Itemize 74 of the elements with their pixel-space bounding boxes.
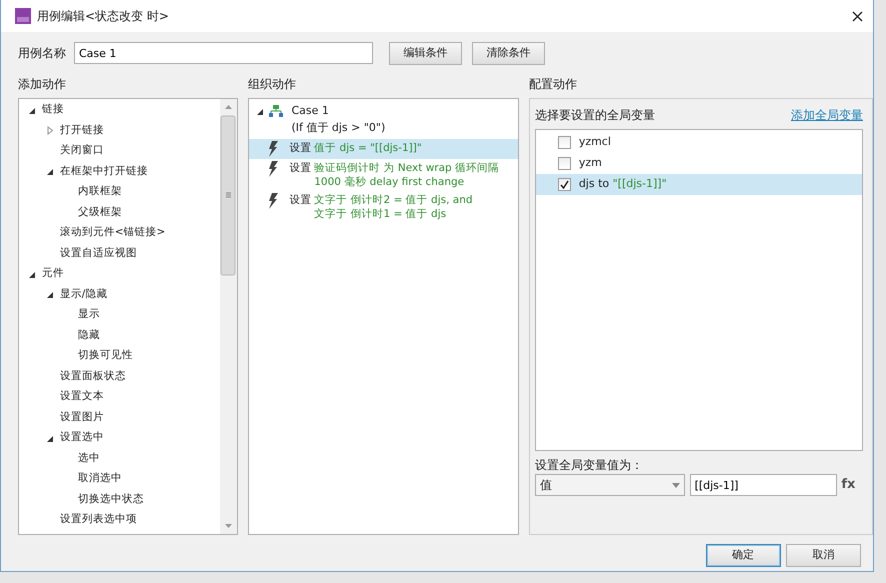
expand-icon[interactable] xyxy=(28,106,36,115)
case-condition: (If 值于 djs > "0") xyxy=(291,120,386,136)
prompt-label: 选择要设置的全局变量 xyxy=(534,107,655,124)
checkbox[interactable] xyxy=(558,178,571,191)
variable-value: "[[djs-1]]" xyxy=(612,177,667,190)
tree-item[interactable]: 内联框架 xyxy=(78,184,122,200)
action-row[interactable]: 设置 验证码倒计时 为 Next wrap 循环间隔 1000 毫秒 delay first change xyxy=(249,158,518,191)
checkbox[interactable] xyxy=(558,157,571,170)
action-detail: 值于 djs = "[[djs-1]]" xyxy=(314,140,422,155)
action-detail: 文字于 倒计时1 = 值于 djs xyxy=(314,206,446,221)
variable-row[interactable]: yzmcl xyxy=(536,132,862,153)
action-verb: 设置 xyxy=(289,160,312,176)
action-verb: 设置 xyxy=(289,140,312,156)
value-field[interactable]: [[djs-1]] xyxy=(690,474,837,496)
tree-item[interactable]: 元件 xyxy=(42,266,64,282)
expand-icon[interactable] xyxy=(46,290,54,300)
window-title: 用例编辑<状态改变 时> xyxy=(37,8,169,25)
value-type-dropdown[interactable]: 值 xyxy=(534,474,685,496)
ok-button[interactable]: 确定 xyxy=(706,544,780,567)
tree-item[interactable]: 设置自适应视图 xyxy=(60,246,137,262)
close-icon[interactable] xyxy=(852,10,863,22)
tree-item[interactable]: 打开链接 xyxy=(60,122,104,139)
variable-label: yzm xyxy=(578,156,602,170)
edit-condition-button[interactable]: 编辑条件 xyxy=(389,42,462,64)
tree-item[interactable]: 设置列表选中项 xyxy=(60,512,137,528)
tree-item[interactable]: 隐藏 xyxy=(78,328,100,344)
expand-icon[interactable] xyxy=(46,167,54,176)
clear-condition-button[interactable]: 清除条件 xyxy=(472,42,545,64)
section-heading: 配置动作 xyxy=(529,76,577,93)
tree-item[interactable]: 在框架中打开链接 xyxy=(60,164,148,180)
tree-item[interactable]: 设置面板状态 xyxy=(60,368,126,385)
tree-item[interactable]: 设置文本 xyxy=(60,389,104,406)
lightning-icon xyxy=(267,140,280,157)
action-detail: 1000 毫秒 delay first change xyxy=(314,174,464,189)
expand-icon[interactable] xyxy=(28,270,36,279)
tree-item[interactable]: 设置图片 xyxy=(60,410,104,426)
tree-item[interactable]: 设置选中 xyxy=(60,430,104,446)
action-detail: 验证码倒计时 为 Next wrap 循环间隔 xyxy=(314,160,500,175)
case-title[interactable]: Case 1 xyxy=(291,103,386,120)
tree-item[interactable]: 父级框架 xyxy=(78,204,122,221)
lightning-icon xyxy=(267,192,280,209)
variable-label: yzmcl xyxy=(578,135,611,148)
tree-item[interactable]: 取消选中 xyxy=(78,471,122,488)
section-heading: 添加动作 xyxy=(18,76,66,93)
action-detail: 文字于 倒计时2 = 值于 djs, and xyxy=(314,192,473,207)
checkbox[interactable] xyxy=(558,136,571,149)
tree-item[interactable]: 显示 xyxy=(78,307,100,324)
action-row[interactable]: 设置 文字于 倒计时2 = 值于 djs, and 文字于 倒计时1 = 值于 djs xyxy=(249,190,518,223)
scrollbar[interactable] xyxy=(220,99,238,534)
cancel-button[interactable]: 取消 xyxy=(786,544,861,567)
fx-button[interactable]: fx xyxy=(841,475,856,495)
case-icon xyxy=(269,105,284,117)
lightning-icon xyxy=(267,160,280,177)
tree-item[interactable]: 关闭窗口 xyxy=(60,143,104,160)
tree-item[interactable]: 显示/隐藏 xyxy=(60,286,108,303)
variable-label: djs to xyxy=(578,177,610,190)
tree-item[interactable]: 切换可见性 xyxy=(78,348,133,364)
app-icon xyxy=(15,8,31,24)
variable-row[interactable]: yzm xyxy=(536,153,862,174)
variable-row[interactable]: djs to "[[djs-1]]" xyxy=(536,174,862,195)
action-verb: 设置 xyxy=(289,192,312,208)
expand-icon[interactable] xyxy=(46,434,54,443)
expand-icon[interactable] xyxy=(255,107,266,117)
tree-item[interactable]: 链接 xyxy=(42,102,64,118)
tree-item[interactable]: 选中 xyxy=(78,450,100,467)
add-variable-link[interactable]: 添加全局变量 xyxy=(791,106,863,124)
action-row[interactable]: 设置 值于 djs = "[[djs-1]]" xyxy=(249,138,518,159)
value-label: 设置全局变量值为： xyxy=(534,457,644,474)
tree-item[interactable]: 切换选中状态 xyxy=(78,492,144,508)
section-heading: 组织动作 xyxy=(248,76,296,93)
case-name-field[interactable]: Case 1 xyxy=(74,42,373,64)
field-label: 用例名称 xyxy=(18,45,67,62)
tree-item[interactable]: 滚动到元件<锚链接> xyxy=(60,225,166,242)
caret-icon xyxy=(672,482,680,488)
